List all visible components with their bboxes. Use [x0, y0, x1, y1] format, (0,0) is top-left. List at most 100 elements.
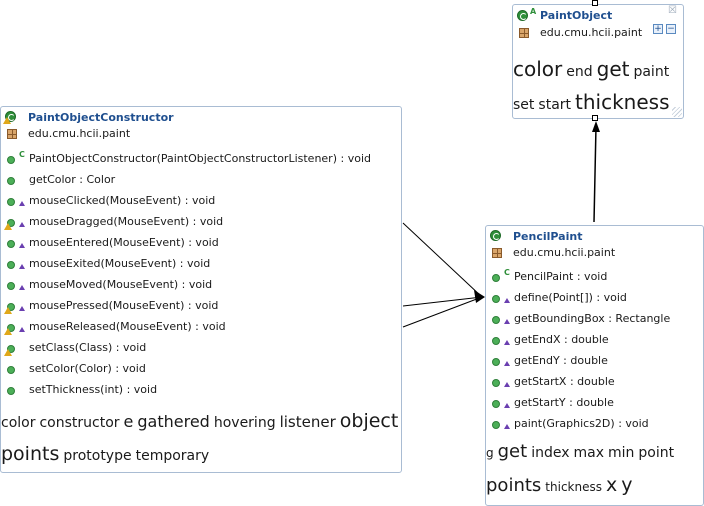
member-signature: getEndY : double	[514, 354, 608, 367]
member-signature: getColor : Color	[29, 173, 116, 186]
method-public-icon	[492, 379, 500, 387]
protected-marker-icon	[19, 285, 25, 290]
tag-word[interactable]: x	[606, 474, 617, 496]
warning-icon	[4, 223, 12, 230]
tag-word[interactable]: point	[638, 445, 674, 461]
protected-marker-icon	[504, 361, 510, 366]
protected-marker-icon	[504, 382, 510, 387]
protected-marker-icon	[19, 264, 25, 269]
method-public-icon	[7, 177, 15, 185]
resize-handle[interactable]	[672, 107, 682, 117]
tag-word[interactable]: listener	[280, 413, 336, 431]
class-icon	[490, 230, 501, 241]
member-signature: PencilPaint : void	[514, 270, 608, 283]
method-public-icon	[7, 366, 15, 374]
warning-icon	[4, 307, 12, 314]
protected-marker-icon	[19, 201, 25, 206]
member-signature: mouseEntered(MouseEvent) : void	[29, 236, 219, 249]
tag-word[interactable]: end	[566, 64, 592, 80]
tag-word[interactable]: points	[486, 475, 541, 496]
tag-word[interactable]: start	[538, 97, 571, 113]
member-signature: setThickness(int) : void	[29, 383, 158, 396]
member-signature: getEndX : double	[514, 333, 609, 346]
tag-word[interactable]: get	[597, 57, 630, 81]
method-public-icon	[7, 261, 15, 269]
tag-word[interactable]: constructor	[39, 415, 119, 431]
tag-word[interactable]: gathered	[137, 412, 209, 431]
class-icon	[517, 10, 528, 21]
warning-icon	[4, 349, 12, 356]
protected-marker-icon	[19, 243, 25, 248]
tag-word[interactable]: g	[486, 446, 494, 460]
method-public-icon	[7, 198, 15, 206]
tag-word[interactable]: thickness	[545, 480, 602, 494]
package-name: edu.cmu.hcii.paint	[513, 246, 616, 259]
member-signature: getBoundingBox : Rectangle	[514, 312, 671, 325]
method-public-icon	[492, 400, 500, 408]
member-signature: mouseClicked(MouseEvent) : void	[29, 194, 216, 207]
class-node-pencilpaint[interactable]: PencilPaint edu.cmu.hcii.paint C PencilPa…	[485, 225, 704, 506]
tag-word[interactable]: hovering	[214, 415, 276, 431]
tag-word[interactable]: prototype	[63, 448, 131, 464]
method-public-icon	[492, 295, 500, 303]
expand-icon[interactable]: +	[653, 24, 663, 34]
class-node-paintobject[interactable]: A PaintObject ☒ edu.cmu.hcii.paint + − c…	[512, 4, 684, 119]
tag-word[interactable]: object	[340, 410, 399, 432]
connection-anchor-top[interactable]	[592, 0, 598, 6]
tag-cloud: color end get paint	[513, 59, 673, 79]
tag-cloud: color constructor e gathered hovering listene…	[1, 412, 402, 431]
method-public-icon	[7, 156, 15, 164]
tag-word[interactable]: max	[574, 445, 605, 461]
class-node-paintobjectconstructor[interactable]: PaintObjectConstructor edu.cmu.hcii.pain…	[0, 106, 402, 473]
member-signature: mouseExited(MouseEvent) : void	[29, 257, 211, 270]
member-signature: mouseReleased(MouseEvent) : void	[29, 320, 226, 333]
class-name: PaintObject	[540, 9, 613, 22]
tag-cloud-line-2: set start thickness	[513, 92, 674, 112]
tag-word[interactable]: paint	[633, 64, 669, 80]
tag-word[interactable]: set	[513, 97, 534, 113]
member-signature: define(Point[]) : void	[514, 291, 627, 304]
member-signature: mousePressed(MouseEvent) : void	[29, 299, 219, 312]
abstract-marker: A	[530, 7, 537, 16]
constructor-marker-icon: C	[19, 150, 25, 159]
package-icon	[519, 28, 529, 38]
method-public-icon	[7, 282, 15, 290]
edge-pencil-to-paintobject[interactable]	[593, 125, 597, 223]
tag-word[interactable]: color	[1, 415, 35, 431]
protected-marker-icon	[19, 327, 25, 332]
tag-word[interactable]: y	[621, 474, 632, 496]
tag-word[interactable]: color	[513, 57, 562, 81]
close-icon[interactable]: ☒	[668, 5, 677, 16]
tag-word[interactable]: points	[1, 443, 59, 465]
tag-word[interactable]: e	[124, 412, 134, 431]
package-name: edu.cmu.hcii.paint	[28, 127, 131, 140]
package-icon	[7, 129, 17, 139]
tag-word[interactable]: min	[608, 445, 634, 461]
method-public-icon	[7, 240, 15, 248]
protected-marker-icon	[504, 340, 510, 345]
tag-word[interactable]: temporary	[136, 448, 210, 464]
class-name: PencilPaint	[513, 230, 583, 243]
constructor-marker-icon: C	[504, 268, 510, 277]
tag-word[interactable]: index	[531, 445, 569, 461]
tag-word[interactable]: thickness	[575, 90, 669, 114]
member-signature: paint(Graphics2D) : void	[514, 417, 649, 430]
collapse-icon[interactable]: −	[666, 24, 676, 34]
method-public-icon	[492, 421, 500, 429]
tag-cloud-line-2: points prototype temporary	[1, 445, 213, 464]
member-signature: mouseDragged(MouseEvent) : void	[29, 215, 224, 228]
protected-marker-icon	[504, 298, 510, 303]
member-signature: setColor(Color) : void	[29, 362, 146, 375]
member-signature: mouseMoved(MouseEvent) : void	[29, 278, 213, 291]
protected-marker-icon	[19, 222, 25, 227]
method-public-icon	[492, 358, 500, 366]
edge-arrowhead-pencil	[474, 290, 485, 303]
method-public-icon	[492, 316, 500, 324]
tag-word[interactable]: get	[498, 441, 528, 462]
edge-constructor-to-pencil-1[interactable]	[402, 222, 483, 298]
member-signature: getStartY : double	[514, 396, 614, 409]
connection-anchor-bottom[interactable]	[592, 115, 598, 121]
warning-icon	[3, 117, 11, 124]
class-name: PaintObjectConstructor	[28, 111, 174, 124]
tag-cloud: g get index max min point	[486, 443, 678, 461]
